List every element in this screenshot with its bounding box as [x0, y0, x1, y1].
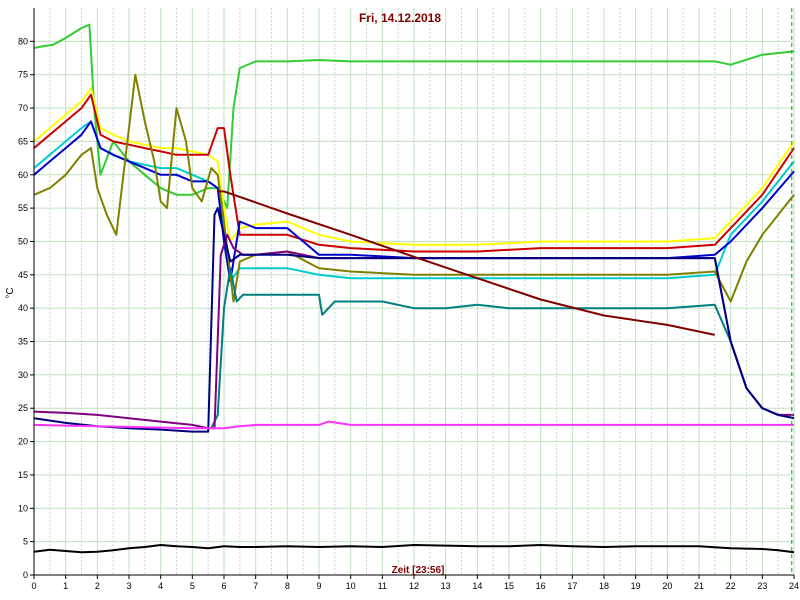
y-tick-label-15: 75 — [18, 70, 28, 80]
y-tick-label-12: 60 — [18, 170, 28, 180]
y-tick-label-14: 70 — [18, 103, 28, 113]
y-axis-label: °C — [5, 287, 16, 298]
x-tick-label-21: 21 — [694, 581, 704, 591]
x-tick-label-2: 2 — [95, 581, 100, 591]
y-tick-label-9: 45 — [18, 270, 28, 280]
x-tick-label-10: 10 — [346, 581, 356, 591]
y-tick-label-7: 35 — [18, 337, 28, 347]
x-tick-label-23: 23 — [757, 581, 767, 591]
y-tick-label-10: 50 — [18, 236, 28, 246]
x-tick-label-16: 16 — [536, 581, 546, 591]
x-tick-label-12: 12 — [409, 581, 419, 591]
y-tick-label-6: 30 — [18, 370, 28, 380]
temperature-chart: 0 1 2 3 4 5 6 7 8 9 10 11 12 13 14 15 16 17 18 19 20 21 22 23 24… — [0, 0, 800, 600]
y-tick-label-4: 20 — [18, 437, 28, 447]
x-tick-label-14: 14 — [472, 581, 482, 591]
x-tick-label-11: 11 — [378, 581, 387, 591]
x-tick-label-0: 0 — [31, 581, 36, 591]
y-tick-label-5: 25 — [18, 403, 28, 413]
y-tick-label-2: 10 — [18, 503, 28, 513]
chart-title: Fri, 14.12.2018 — [359, 11, 441, 25]
x-tick-label-5: 5 — [190, 581, 195, 591]
x-tick-label-20: 20 — [662, 581, 672, 591]
chart: 0 1 2 3 4 5 6 7 8 9 10 11 12 13 14 15 16 17 18 19 20 21 22 23 24… — [0, 0, 800, 600]
x-tick-label-7: 7 — [253, 581, 258, 591]
x-tick-label-17: 17 — [567, 581, 577, 591]
x-tick-label-1: 1 — [63, 581, 68, 591]
x-tick-label-24: 24 — [789, 581, 799, 591]
chart-background — [0, 0, 800, 600]
y-tick-label-13: 65 — [18, 136, 28, 146]
x-tick-label-9: 9 — [316, 581, 321, 591]
x-tick-label-3: 3 — [126, 581, 131, 591]
y-tick-label-3: 15 — [18, 470, 28, 480]
x-axis-label: Zeit [23:56] — [392, 565, 445, 576]
x-tick-label-8: 8 — [285, 581, 290, 591]
x-tick-label-6: 6 — [221, 581, 226, 591]
y-tick-label-16: 80 — [18, 36, 28, 46]
y-tick-label-0: 0 — [23, 570, 28, 580]
x-tick-label-22: 22 — [726, 581, 736, 591]
y-tick-label-1: 5 — [23, 537, 28, 547]
y-tick-label-8: 40 — [18, 303, 28, 313]
x-tick-label-4: 4 — [158, 581, 163, 591]
x-tick-label-18: 18 — [599, 581, 609, 591]
y-tick-label-11: 55 — [18, 203, 28, 213]
x-tick-label-19: 19 — [631, 581, 641, 591]
x-tick-label-15: 15 — [504, 581, 514, 591]
x-tick-label-13: 13 — [441, 581, 451, 591]
